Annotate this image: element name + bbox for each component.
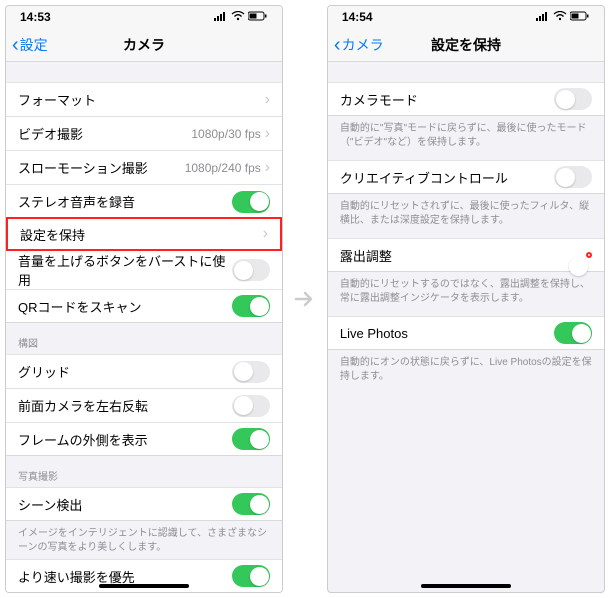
chevron-right-icon: › [265, 159, 270, 177]
settings-list[interactable]: カメラモード 自動的に"写真"モードに戻らずに、最後に使ったモード（"ビデオ"な… [328, 62, 604, 592]
creative-note: 自動的にリセットされずに、最後に使ったフィルタ、縦横比、または深度設定を保持しま… [328, 194, 604, 232]
row-value: 1080p/30 fps [191, 127, 260, 141]
toggle-creative[interactable] [554, 166, 592, 188]
section-photo: 写真撮影 [6, 456, 282, 487]
row-grid[interactable]: グリッド [6, 354, 282, 388]
toggle-live[interactable] [554, 322, 592, 344]
row-scene[interactable]: シーン検出 [6, 487, 282, 521]
chevron-left-icon: ‹ [334, 35, 341, 55]
row-frame[interactable]: フレームの外側を表示 [6, 422, 282, 456]
back-button[interactable]: ‹ 設定 [12, 35, 48, 55]
row-label: 設定を保持 [20, 225, 263, 244]
mode-note: 自動的に"写真"モードに戻らずに、最後に使ったモード（"ビデオ"など）を保持しま… [328, 116, 604, 154]
status-time: 14:53 [20, 10, 51, 24]
row-label: 露出調整 [340, 246, 586, 265]
toggle-camera-mode[interactable] [554, 88, 592, 110]
row-qr[interactable]: QRコードをスキャン [6, 289, 282, 323]
row-label: ビデオ撮影 [18, 124, 191, 143]
left-screen: 14:53 ‹ 設定 カメラ フォーマット › ビデオ撮影 1080p/30 f… [5, 5, 283, 593]
status-bar: 14:53 [6, 6, 282, 28]
row-label: フォーマット [18, 90, 265, 109]
status-bar: 14:54 [328, 6, 604, 28]
nav-bar: ‹ カメラ 設定を保持 [328, 28, 604, 62]
chevron-right-icon: › [265, 91, 270, 109]
chevron-right-icon: › [263, 225, 268, 243]
row-label: スローモーション撮影 [18, 158, 185, 177]
nav-title: 設定を保持 [431, 35, 501, 55]
status-icons [214, 10, 268, 24]
back-label: カメラ [342, 35, 384, 55]
row-label: 音量を上げるボタンをバーストに使用 [18, 251, 232, 289]
signal-icon [214, 10, 228, 24]
toggle-qr[interactable] [232, 295, 270, 317]
toggle-highlight [586, 252, 592, 258]
status-time: 14:54 [342, 10, 373, 24]
toggle-grid[interactable] [232, 361, 270, 383]
row-mirror[interactable]: 前面カメラを左右反転 [6, 388, 282, 422]
battery-icon [248, 10, 268, 24]
back-label: 設定 [20, 35, 48, 55]
battery-icon [570, 10, 590, 24]
row-label: シーン検出 [18, 495, 232, 514]
nav-title: カメラ [123, 35, 165, 55]
section-composition: 構図 [6, 323, 282, 354]
row-format[interactable]: フォーマット › [6, 82, 282, 116]
toggle-faster[interactable] [232, 565, 270, 587]
toggle-burst[interactable] [232, 259, 270, 281]
signal-icon [536, 10, 550, 24]
row-label: より速い撮影を優先 [18, 567, 232, 586]
exposure-note: 自動的にリセットするのではなく、露出調整を保持し、常に露出調整インジケータを表示… [328, 272, 604, 310]
row-label: カメラモード [340, 90, 554, 109]
toggle-stereo[interactable] [232, 191, 270, 213]
home-indicator[interactable] [99, 584, 189, 588]
live-note: 自動的にオンの状態に戻らずに、Live Photosの設定を保持します。 [328, 350, 604, 388]
right-screen: 14:54 ‹ カメラ 設定を保持 カメラモード 自動的に"写真"モードに戻らず… [327, 5, 605, 593]
arrow-icon [291, 286, 319, 312]
scene-note: イメージをインテリジェントに認識して、さまざまなシーンの写真をより美しくします。 [6, 521, 282, 559]
back-button[interactable]: ‹ カメラ [334, 35, 384, 55]
row-label: 前面カメラを左右反転 [18, 396, 232, 415]
nav-bar: ‹ 設定 カメラ [6, 28, 282, 62]
row-value: 1080p/240 fps [185, 161, 261, 175]
row-slomo[interactable]: スローモーション撮影 1080p/240 fps › [6, 150, 282, 184]
settings-list[interactable]: フォーマット › ビデオ撮影 1080p/30 fps › スローモーション撮影… [6, 62, 282, 592]
home-indicator[interactable] [421, 584, 511, 588]
row-label: フレームの外側を表示 [18, 430, 232, 449]
chevron-right-icon: › [265, 125, 270, 143]
row-creative[interactable]: クリエイティブコントロール [328, 160, 604, 194]
row-burst[interactable]: 音量を上げるボタンをバーストに使用 [6, 250, 282, 289]
row-preserve-settings[interactable]: 設定を保持 › [6, 217, 282, 251]
status-icons [536, 10, 590, 24]
row-label: Live Photos [340, 326, 554, 341]
wifi-icon [231, 10, 245, 24]
row-exposure[interactable]: 露出調整 [328, 238, 604, 272]
row-camera-mode[interactable]: カメラモード [328, 82, 604, 116]
toggle-mirror[interactable] [232, 395, 270, 417]
row-label: QRコードをスキャン [18, 297, 232, 316]
row-stereo[interactable]: ステレオ音声を録音 [6, 184, 282, 218]
toggle-frame[interactable] [232, 428, 270, 450]
toggle-scene[interactable] [232, 493, 270, 515]
row-live-photos[interactable]: Live Photos [328, 316, 604, 350]
row-video[interactable]: ビデオ撮影 1080p/30 fps › [6, 116, 282, 150]
wifi-icon [553, 10, 567, 24]
row-label: クリエイティブコントロール [340, 168, 554, 187]
chevron-left-icon: ‹ [12, 35, 19, 55]
row-label: ステレオ音声を録音 [18, 192, 232, 211]
row-label: グリッド [18, 362, 232, 381]
